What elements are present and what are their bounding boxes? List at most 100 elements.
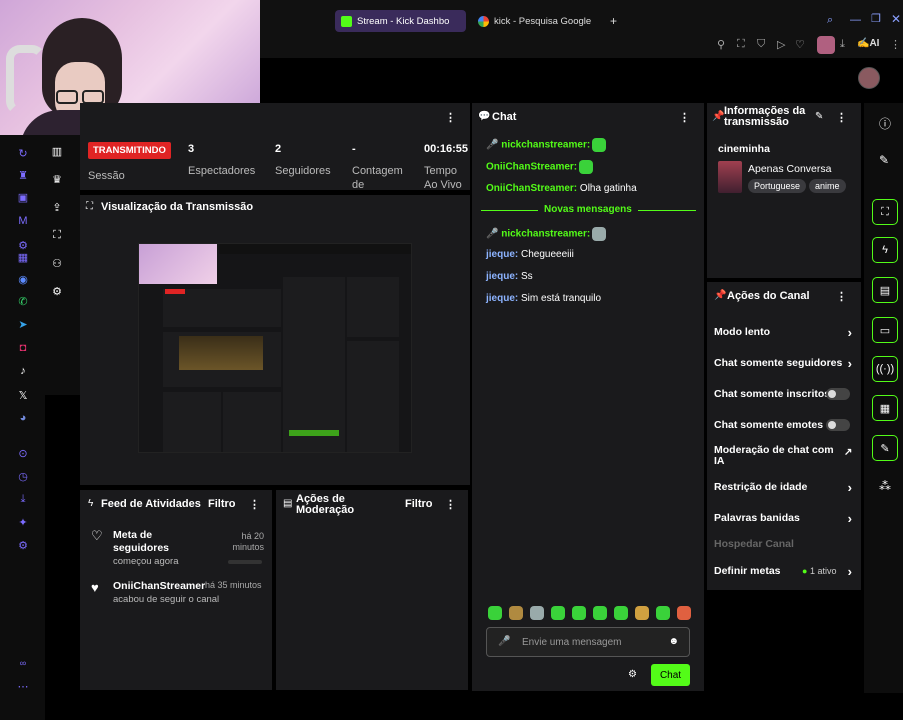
info-icon[interactable]: ⓘ — [879, 115, 891, 132]
ai-button[interactable]: ✍AI — [857, 38, 879, 49]
wrench-icon[interactable]: ✎ — [872, 435, 898, 461]
more-icon[interactable]: ⋯ — [15, 678, 31, 694]
kebab-icon[interactable]: ⋮ — [445, 111, 456, 124]
emote-button[interactable] — [677, 606, 691, 620]
action-slow-mode[interactable]: Modo lento › — [714, 325, 854, 340]
chat-input[interactable]: 🎤 Envie uma mensagem ☻ — [486, 627, 690, 657]
chevron-right-icon: › — [847, 511, 852, 526]
emote-button[interactable] — [509, 606, 523, 620]
chat-username[interactable]: jieque: — [486, 249, 518, 260]
chat-username[interactable]: nickchanstreamer: — [501, 229, 590, 240]
chat-icon[interactable]: ▭ — [872, 317, 898, 343]
bot-icon[interactable]: ♜ — [15, 167, 31, 183]
copilot-icon[interactable]: ∞ — [15, 655, 31, 671]
lightning-icon[interactable]: ϟ — [872, 237, 898, 263]
game-icon[interactable]: ▣ — [15, 189, 31, 205]
emote-button[interactable] — [593, 606, 607, 620]
messenger-icon[interactable]: ◉ — [15, 271, 31, 287]
action-age-restriction[interactable]: Restrição de idade › — [714, 480, 854, 495]
settings-icon[interactable]: ⚙ — [15, 537, 31, 553]
menu-icon[interactable]: ⋮ — [890, 38, 901, 51]
chat-username[interactable]: jieque: — [486, 293, 518, 304]
emotes-only-toggle[interactable] — [826, 419, 850, 431]
shield-icon[interactable]: ⛉ — [757, 38, 765, 51]
heart-icon[interactable]: ♡ — [795, 38, 805, 51]
emote-button[interactable] — [530, 606, 544, 620]
chat-title: Chat — [492, 111, 517, 123]
twitch-icon[interactable]: ▦ — [15, 249, 31, 265]
minimize-icon[interactable]: — — [850, 14, 861, 26]
discord-icon[interactable]: ◕ — [15, 410, 31, 426]
emote-bar — [486, 606, 691, 620]
chat-username[interactable]: jieque: — [486, 271, 518, 282]
chat-username[interactable]: OniiChanStreamer: — [486, 183, 577, 194]
tab-google-search[interactable]: kick - Pesquisa Google — [472, 10, 597, 32]
clip-icon[interactable]: ⛶ — [49, 227, 65, 243]
chat-settings-icon[interactable]: ⚙ — [628, 669, 637, 680]
chat-message: 🎤 nickchanstreamer: — [486, 138, 607, 152]
chat-username[interactable]: nickchanstreamer: — [501, 140, 590, 151]
instagram-icon[interactable]: ◘ — [15, 340, 31, 356]
emote-button[interactable] — [656, 606, 670, 620]
restore-icon[interactable]: ❐ — [871, 12, 881, 25]
action-ai-moderation[interactable]: Moderação de chat com IA ↗ — [714, 445, 852, 467]
chat-username[interactable]: OniiChanStreamer: — [486, 162, 577, 173]
x-icon[interactable]: 𝕏 — [15, 387, 31, 403]
emote-button[interactable] — [572, 606, 586, 620]
emoji-icon[interactable]: ☻ — [668, 636, 679, 647]
camera-icon[interactable]: ▦ — [872, 395, 898, 421]
action-set-goals[interactable]: Definir metas ● 1 ativo › — [714, 564, 854, 579]
feed-filter-button[interactable]: Filtro — [208, 498, 236, 510]
new-tab-button[interactable]: + — [604, 10, 622, 32]
clip-icon[interactable]: ⛶ — [872, 199, 898, 225]
close-icon[interactable]: ✕ — [891, 12, 901, 26]
edit-icon[interactable]: ✎ — [879, 153, 889, 167]
tag: Portuguese — [748, 179, 807, 193]
stream-preview-video[interactable] — [138, 243, 412, 453]
tiktok-icon[interactable]: ♪ — [15, 363, 31, 379]
profile-avatar[interactable] — [817, 36, 835, 54]
moderation-filter-button[interactable]: Filtro — [405, 498, 433, 510]
kebab-icon[interactable]: ⋮ — [679, 111, 690, 124]
play-circle-icon[interactable]: ⊙ — [15, 445, 31, 461]
action-emotes-only[interactable]: Chat somente emotes — [714, 419, 854, 431]
trophy-icon[interactable]: ♛ — [49, 171, 65, 187]
kebab-icon[interactable]: ⋮ — [836, 111, 847, 124]
screenshot-icon[interactable]: ⛶ — [737, 38, 745, 51]
telegram-icon[interactable]: ➤ — [15, 316, 31, 332]
upload-icon[interactable]: ⇪ — [49, 199, 65, 215]
history-icon[interactable]: ◷ — [15, 468, 31, 484]
kebab-icon[interactable]: ⋮ — [445, 498, 456, 511]
edit-icon[interactable]: ✎ — [815, 111, 823, 122]
refresh-icon[interactable]: ↻ — [15, 145, 31, 161]
emote-button[interactable] — [635, 606, 649, 620]
user-avatar[interactable] — [858, 67, 880, 89]
action-followers-only[interactable]: Chat somente seguidores › — [714, 356, 854, 371]
dashboard-icon[interactable]: ▥ — [49, 143, 65, 159]
chat-send-button[interactable]: Chat — [651, 664, 690, 686]
whatsapp-icon[interactable]: ✆ — [15, 293, 31, 309]
kebab-icon[interactable]: ⋮ — [836, 290, 847, 303]
tab-kick-dashboard[interactable]: Stream - Kick Dashbo — [335, 10, 466, 32]
emote-button[interactable] — [488, 606, 502, 620]
users-icon[interactable]: ⚇ — [49, 255, 65, 271]
action-banned-words[interactable]: Palavras banidas › — [714, 511, 854, 526]
download-icon[interactable]: ⤓ — [840, 38, 845, 51]
chat-text: Chegueeeiii — [521, 249, 574, 260]
kebab-icon[interactable]: ⋮ — [249, 498, 260, 511]
monitor-icon[interactable]: M — [15, 213, 31, 229]
extensions-icon[interactable]: ✦ — [15, 514, 31, 530]
chat-input-placeholder: Envie uma mensagem — [522, 637, 622, 648]
broadcast-icon[interactable]: ((·)) — [872, 356, 898, 382]
subscribers-only-toggle[interactable] — [826, 388, 850, 400]
gear-icon[interactable]: ⚙ — [49, 283, 65, 299]
search-icon[interactable]: ⌕ — [827, 14, 833, 27]
play-icon[interactable]: ▷ — [777, 38, 785, 51]
notes-icon[interactable]: ▤ — [872, 277, 898, 303]
action-subscribers-only[interactable]: Chat somente inscritos — [714, 388, 854, 400]
download-icon[interactable]: ⤓ — [15, 491, 31, 507]
emote-button[interactable] — [614, 606, 628, 620]
emote-button[interactable] — [551, 606, 565, 620]
apps-icon[interactable]: ⁂ — [879, 479, 891, 493]
pin-icon[interactable]: ⚲ — [717, 38, 725, 51]
